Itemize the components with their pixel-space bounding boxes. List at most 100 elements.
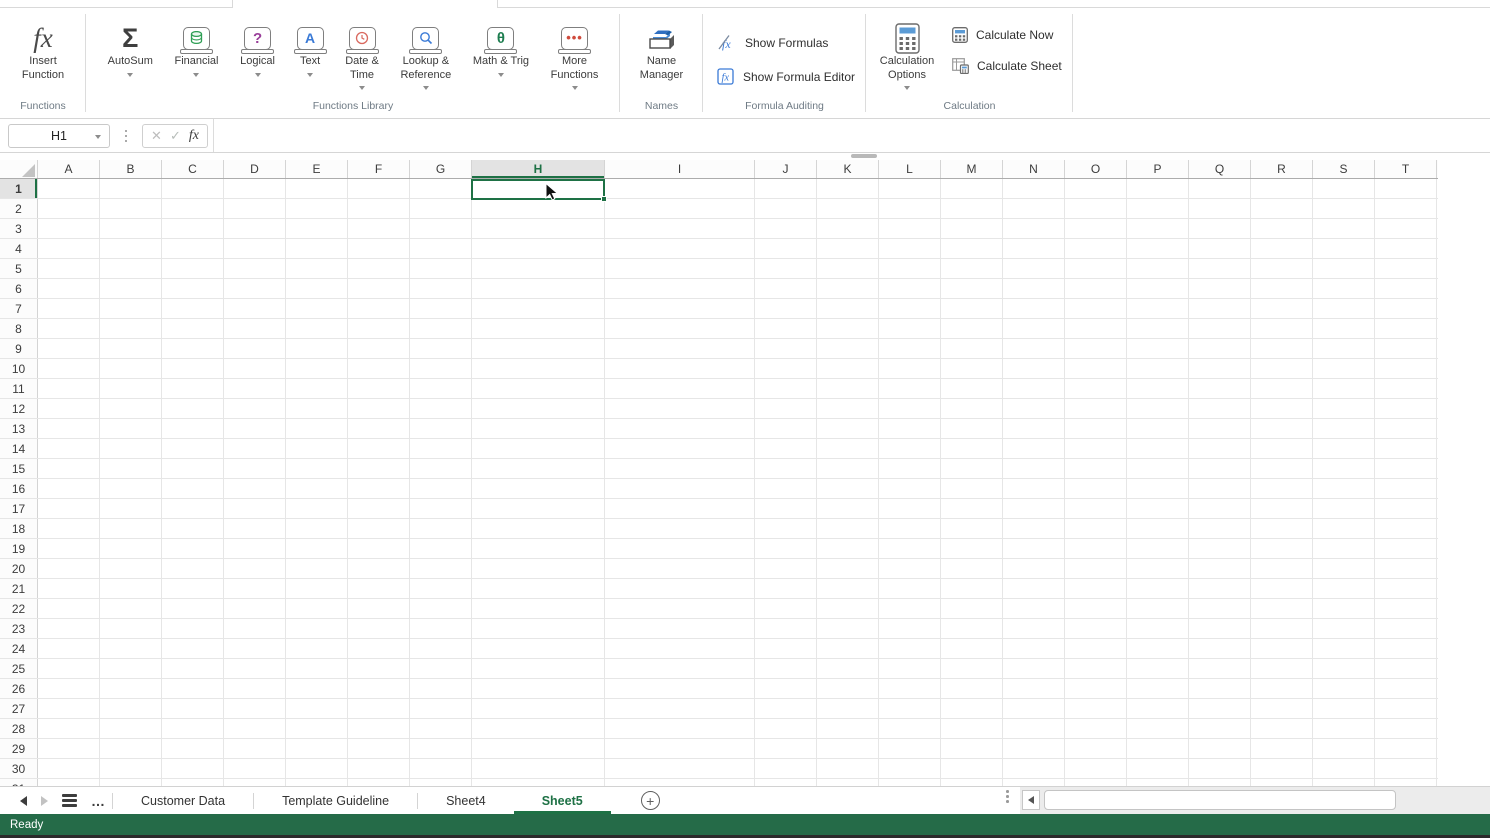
insert-function-button[interactable]: fx Insert Function [22, 21, 64, 82]
cell-F20[interactable] [348, 559, 410, 578]
cell-G24[interactable] [410, 639, 472, 658]
cell-O13[interactable] [1065, 419, 1127, 438]
cell-M21[interactable] [941, 579, 1003, 598]
cell-I12[interactable] [605, 399, 755, 418]
cell-N17[interactable] [1003, 499, 1065, 518]
cell-S28[interactable] [1313, 719, 1375, 738]
cell-H23[interactable] [472, 619, 605, 638]
cell-L26[interactable] [879, 679, 941, 698]
row-header-12[interactable]: 12 [0, 399, 38, 418]
cell-R7[interactable] [1251, 299, 1313, 318]
cell-G2[interactable] [410, 199, 472, 218]
cell-G10[interactable] [410, 359, 472, 378]
cell-O24[interactable] [1065, 639, 1127, 658]
cell-A1[interactable] [38, 179, 100, 198]
cell-H20[interactable] [472, 559, 605, 578]
cell-O17[interactable] [1065, 499, 1127, 518]
column-header-D[interactable]: D [224, 160, 286, 178]
cell-K2[interactable] [817, 199, 879, 218]
cell-S12[interactable] [1313, 399, 1375, 418]
row-header-23[interactable]: 23 [0, 619, 38, 638]
column-header-A[interactable]: A [38, 160, 100, 178]
cell-H9[interactable] [472, 339, 605, 358]
cell-F16[interactable] [348, 479, 410, 498]
cell-F26[interactable] [348, 679, 410, 698]
formula-bar-drag-handle[interactable] [121, 124, 131, 148]
cell-C24[interactable] [162, 639, 224, 658]
cell-I29[interactable] [605, 739, 755, 758]
cell-E16[interactable] [286, 479, 348, 498]
scroll-left-button[interactable] [1022, 790, 1040, 810]
cell-S5[interactable] [1313, 259, 1375, 278]
cell-O16[interactable] [1065, 479, 1127, 498]
cell-R10[interactable] [1251, 359, 1313, 378]
cell-I7[interactable] [605, 299, 755, 318]
cell-O1[interactable] [1065, 179, 1127, 198]
cell-B16[interactable] [100, 479, 162, 498]
cell-D8[interactable] [224, 319, 286, 338]
cell-R30[interactable] [1251, 759, 1313, 778]
column-header-J[interactable]: J [755, 160, 817, 178]
cell-L13[interactable] [879, 419, 941, 438]
cell-I26[interactable] [605, 679, 755, 698]
row-header-19[interactable]: 19 [0, 539, 38, 558]
more-functions-button[interactable]: ••• More Functions [551, 21, 599, 90]
cell-H14[interactable] [472, 439, 605, 458]
cell-C5[interactable] [162, 259, 224, 278]
cell-P4[interactable] [1127, 239, 1189, 258]
date-time-button[interactable]: Date & Time [345, 21, 379, 90]
cell-F17[interactable] [348, 499, 410, 518]
cell-M7[interactable] [941, 299, 1003, 318]
cell-K27[interactable] [817, 699, 879, 718]
cell-C18[interactable] [162, 519, 224, 538]
cell-K7[interactable] [817, 299, 879, 318]
cell-C16[interactable] [162, 479, 224, 498]
cell-O9[interactable] [1065, 339, 1127, 358]
cell-C27[interactable] [162, 699, 224, 718]
cell-S2[interactable] [1313, 199, 1375, 218]
cell-Q20[interactable] [1189, 559, 1251, 578]
cell-F23[interactable] [348, 619, 410, 638]
cell-G22[interactable] [410, 599, 472, 618]
cell-H8[interactable] [472, 319, 605, 338]
column-header-G[interactable]: G [410, 160, 472, 178]
cell-G4[interactable] [410, 239, 472, 258]
cell-F27[interactable] [348, 699, 410, 718]
cell-I19[interactable] [605, 539, 755, 558]
cell-M24[interactable] [941, 639, 1003, 658]
cell-P29[interactable] [1127, 739, 1189, 758]
cell-D17[interactable] [224, 499, 286, 518]
cell-I11[interactable] [605, 379, 755, 398]
cell-J4[interactable] [755, 239, 817, 258]
cell-P9[interactable] [1127, 339, 1189, 358]
cell-L29[interactable] [879, 739, 941, 758]
cell-B7[interactable] [100, 299, 162, 318]
cell-J24[interactable] [755, 639, 817, 658]
cell-M10[interactable] [941, 359, 1003, 378]
cell-M18[interactable] [941, 519, 1003, 538]
cell-O19[interactable] [1065, 539, 1127, 558]
cell-F8[interactable] [348, 319, 410, 338]
column-header-B[interactable]: B [100, 160, 162, 178]
cell-T25[interactable] [1375, 659, 1437, 678]
cell-B6[interactable] [100, 279, 162, 298]
cell-D5[interactable] [224, 259, 286, 278]
cell-N1[interactable] [1003, 179, 1065, 198]
cell-Q7[interactable] [1189, 299, 1251, 318]
cell-Q5[interactable] [1189, 259, 1251, 278]
math-trig-button[interactable]: θ Math & Trig [473, 21, 529, 77]
cell-D12[interactable] [224, 399, 286, 418]
row-header-13[interactable]: 13 [0, 419, 38, 438]
sheet-tab-customer-data[interactable]: Customer Data [113, 787, 253, 814]
cell-D23[interactable] [224, 619, 286, 638]
cell-E8[interactable] [286, 319, 348, 338]
cell-H24[interactable] [472, 639, 605, 658]
cell-T3[interactable] [1375, 219, 1437, 238]
cell-O15[interactable] [1065, 459, 1127, 478]
column-header-T[interactable]: T [1375, 160, 1437, 178]
cell-F21[interactable] [348, 579, 410, 598]
cell-E24[interactable] [286, 639, 348, 658]
cell-R12[interactable] [1251, 399, 1313, 418]
cell-C9[interactable] [162, 339, 224, 358]
cell-A8[interactable] [38, 319, 100, 338]
